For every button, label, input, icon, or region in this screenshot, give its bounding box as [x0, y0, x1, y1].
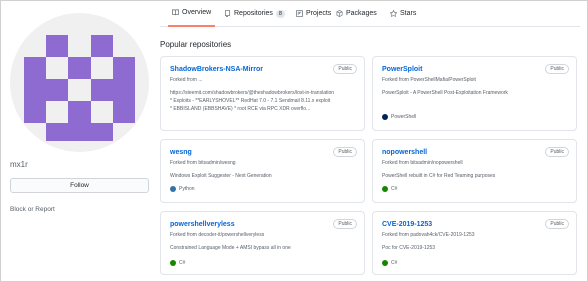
repo-name-link[interactable]: nopowershell: [382, 149, 427, 156]
repo-name-link[interactable]: ShadowBrokers-NSA-Mirror: [170, 66, 263, 73]
language-label: Python: [179, 186, 195, 192]
description-line: Poc for CVE-2019-1253: [382, 245, 436, 251]
language-color-dot: [382, 186, 388, 192]
language-color-dot: [170, 260, 176, 266]
repo-card: PowerSploit Public Forked from PowerShel…: [372, 56, 577, 131]
username: mx1r: [10, 160, 28, 169]
repo-card: CVE-2019-1253 Public Forked from padovah…: [372, 211, 577, 275]
repo-count-badge: 8: [275, 9, 285, 18]
language-label: PowerShell: [391, 114, 417, 120]
language-color-dot: [382, 114, 388, 120]
tab-label: Packages: [346, 10, 377, 17]
tab-stars[interactable]: Stars: [386, 0, 420, 27]
visibility-badge: Public: [333, 147, 357, 157]
description-line: Constrained Language Mode + AMSI bypass …: [170, 245, 291, 251]
description-line: PowerSploit - A PowerShell Post-Exploita…: [382, 90, 508, 96]
visibility-badge: Public: [545, 64, 569, 74]
description-line: Windows Exploit Suggester - Next Generat…: [170, 173, 272, 179]
visibility-badge: Public: [545, 219, 569, 229]
tab-label: Repositories: [234, 10, 273, 17]
forked-from-text: Forked from bitsadmin/nopowershell: [382, 160, 463, 166]
profile-tabs: Overview Repositories 8 Projects Package…: [160, 0, 580, 27]
repo-description: https://steemit.com/shadowbrokers/@thesh…: [170, 89, 358, 113]
repo-name-link[interactable]: PowerSploit: [382, 66, 422, 73]
avatar[interactable]: [10, 13, 149, 152]
package-icon: [336, 10, 343, 17]
repo-description: Windows Exploit Suggester - Next Generat…: [170, 172, 358, 180]
tab-label: Overview: [182, 9, 212, 16]
forked-from-text: Forked from padovah4ck/CVE-2019-1253: [382, 232, 475, 238]
forked-from-text: Forked from decoder-it/powershellveryles…: [170, 232, 265, 238]
follow-button[interactable]: Follow: [10, 178, 149, 193]
project-icon: [296, 10, 303, 17]
repo-language: Python: [170, 186, 195, 192]
repo-name-link[interactable]: wesng: [170, 149, 192, 156]
visibility-badge: Public: [545, 147, 569, 157]
book-icon: [172, 9, 179, 16]
language-color-dot: [382, 260, 388, 266]
forked-from-text: Forked from ...: [170, 77, 203, 83]
repo-description: PowerShell rebuilt in C# for Red Teaming…: [382, 172, 570, 180]
language-label: C#: [391, 186, 398, 192]
language-label: C#: [391, 260, 398, 266]
repo-card: ShadowBrokers-NSA-Mirror Public Forked f…: [160, 56, 365, 131]
repo-name-link[interactable]: CVE-2019-1253: [382, 221, 432, 228]
repo-description: PowerSploit - A PowerShell Post-Exploita…: [382, 89, 570, 97]
tab-repositories[interactable]: Repositories 8: [220, 0, 289, 27]
language-label: C#: [179, 260, 186, 266]
repo-card: wesng Public Forked from bitsadmin/wesng…: [160, 139, 365, 203]
description-line: * Exploits - **EARLYSHOVEL** RedHat 7.0 …: [170, 98, 331, 104]
description-line: * EBBISLAND (EBBSHAVE) * root RCE via RP…: [170, 106, 311, 112]
repo-language: C#: [382, 186, 397, 192]
forked-from-text: Forked from bitsadmin/wesng: [170, 160, 236, 166]
description-line: PowerShell rebuilt in C# for Red Teaming…: [382, 173, 496, 179]
visibility-badge: Public: [333, 64, 357, 74]
tab-overview[interactable]: Overview: [168, 0, 216, 27]
repo-description: Poc for CVE-2019-1253: [382, 244, 570, 252]
description-line: https://steemit.com/shadowbrokers/@thesh…: [170, 90, 335, 96]
forked-from-text: Forked from PowerShellMafia/PowerSploit: [382, 77, 476, 83]
repo-language: PowerShell: [382, 114, 416, 120]
repo-card: powershellveryless Public Forked from de…: [160, 211, 365, 275]
visibility-badge: Public: [333, 219, 357, 229]
repo-icon: [224, 10, 231, 17]
language-color-dot: [170, 186, 176, 192]
tab-projects[interactable]: Projects: [292, 0, 335, 27]
section-title: Popular repositories: [160, 40, 232, 49]
repo-description: Constrained Language Mode + AMSI bypass …: [170, 244, 358, 252]
repo-language: C#: [382, 260, 397, 266]
tab-packages[interactable]: Packages: [332, 0, 381, 27]
tab-label: Stars: [400, 10, 417, 17]
repo-language: C#: [170, 260, 185, 266]
star-icon: [389, 9, 398, 18]
repo-card: nopowershell Public Forked from bitsadmi…: [372, 139, 577, 203]
tab-label: Projects: [306, 10, 332, 17]
repo-name-link[interactable]: powershellveryless: [170, 221, 235, 228]
block-report-link[interactable]: Block or Report: [10, 206, 55, 213]
